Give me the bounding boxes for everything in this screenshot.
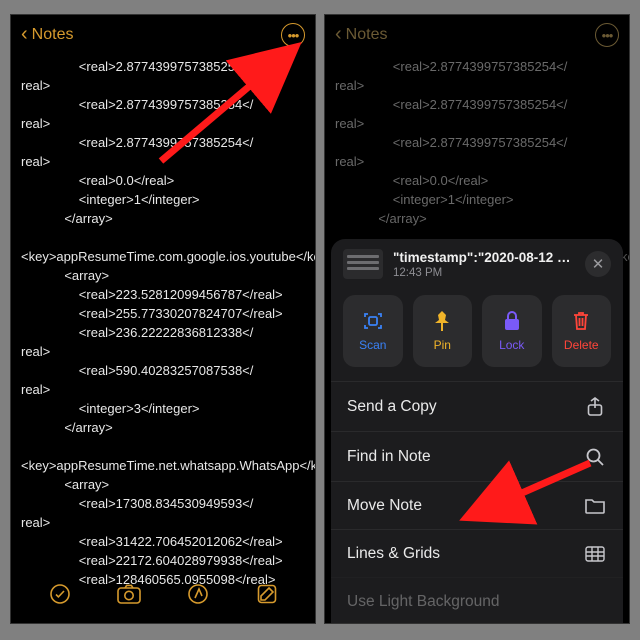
find-in-note-row[interactable]: Find in Note [331,431,623,481]
grid-icon [583,546,607,562]
checklist-icon[interactable] [46,580,74,608]
sheet-title: "timestamp":"2020-08-12 05:49:52.0… [393,250,575,265]
back-chevron-icon[interactable]: ‹ [21,23,28,46]
more-button[interactable]: ••• [281,23,305,47]
pin-icon [431,310,453,332]
back-button[interactable]: Notes [32,26,74,44]
phone-left: ‹ Notes ••• <real>2.8774399757385254</ r… [10,14,316,624]
pin-label: Pin [434,338,451,352]
note-thumbnail [343,249,383,279]
search-icon [583,447,607,467]
send-copy-label: Send a Copy [347,398,437,416]
lines-label: Lines & Grids [347,545,440,563]
note-content[interactable]: <real>2.8774399757385254</ real> <real>2… [11,55,315,595]
folder-icon [583,497,607,515]
camera-icon[interactable] [115,580,143,608]
trash-icon [570,310,592,332]
sheet-menu: Send a Copy Find in Note Move Note Lines… [331,381,623,624]
back-button: Notes [346,26,388,44]
bottom-toolbar [11,573,315,615]
move-label: Move Note [347,497,422,515]
phone-right: ‹ Notes ••• <real>2.8774399757385254</ r… [324,14,630,624]
light-background-row[interactable]: Use Light Background [331,577,623,624]
lock-label: Lock [499,338,524,352]
lock-button[interactable]: Lock [482,295,542,367]
share-icon [583,397,607,417]
delete-button[interactable]: Delete [552,295,612,367]
find-label: Find in Note [347,448,431,466]
scan-button[interactable]: Scan [343,295,403,367]
light-label: Use Light Background [347,593,500,611]
lock-icon [501,310,523,332]
sheet-header: "timestamp":"2020-08-12 05:49:52.0… 12:4… [331,239,623,287]
scan-icon [362,310,384,332]
topbar: ‹ Notes ••• [11,15,315,55]
draw-icon[interactable] [184,580,212,608]
back-chevron-icon: ‹ [335,23,342,46]
lines-grids-row[interactable]: Lines & Grids [331,529,623,577]
pin-button[interactable]: Pin [413,295,473,367]
action-sheet: "timestamp":"2020-08-12 05:49:52.0… 12:4… [331,239,623,624]
delete-label: Delete [564,338,599,352]
send-copy-row[interactable]: Send a Copy [331,381,623,431]
move-note-row[interactable]: Move Note [331,481,623,529]
sheet-subtitle: 12:43 PM [393,267,575,279]
scan-label: Scan [359,338,386,352]
more-button: ••• [595,23,619,47]
quick-actions: Scan Pin Lock Delete [331,287,623,381]
topbar: ‹ Notes ••• [325,15,629,55]
compose-icon[interactable] [253,580,281,608]
close-sheet-button[interactable]: ✕ [585,251,611,277]
